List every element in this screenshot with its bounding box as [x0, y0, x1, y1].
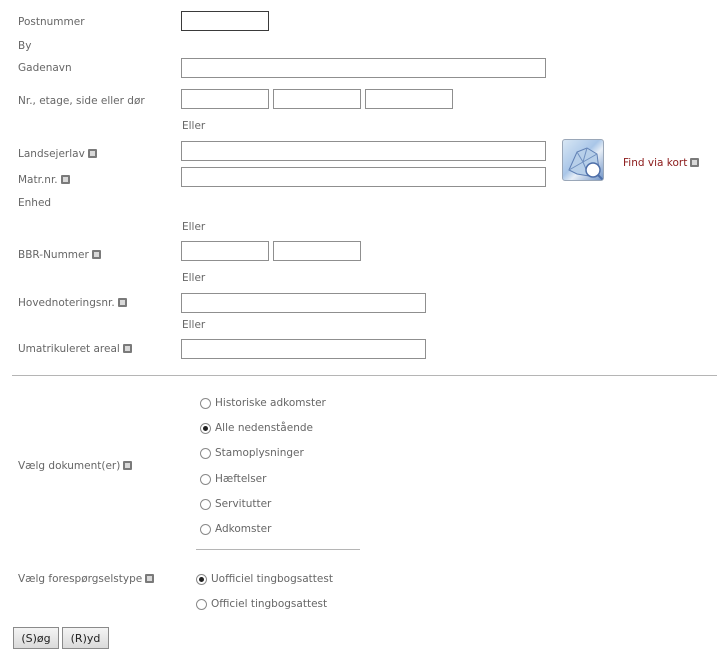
radio-stamoplysninger[interactable]: Stamoplysninger [200, 447, 304, 459]
etage-input[interactable] [273, 89, 361, 109]
label-landsejerlav: Landsejerlav [18, 147, 97, 161]
label-vaelg-dokument: Vælg dokument(er) [18, 459, 133, 473]
radio-button[interactable] [200, 473, 211, 485]
help-icon[interactable] [122, 344, 132, 353]
eller-label: Eller [182, 221, 206, 233]
label-bbr: BBR-Nummer [18, 248, 101, 262]
label-vaelg-forespoergselstype: Vælg forespørgselstype [18, 572, 155, 586]
radio-button[interactable] [200, 498, 211, 510]
help-icon[interactable] [60, 175, 70, 184]
matrnr-input[interactable] [181, 167, 546, 187]
help-icon[interactable] [690, 158, 700, 167]
radio-officiel-tingbogsattest[interactable]: Officiel tingbogsattest [196, 598, 327, 610]
radio-alle-nedenstaaende[interactable]: Alle nedenstående [200, 422, 313, 434]
help-icon[interactable] [87, 149, 97, 158]
label-matrnr: Matr.nr. [18, 173, 70, 187]
radio-button[interactable] [200, 523, 211, 535]
help-icon[interactable] [145, 574, 155, 583]
help-icon[interactable] [123, 461, 133, 470]
radio-adkomster[interactable]: Adkomster [200, 523, 271, 535]
eller-label: Eller [182, 272, 206, 284]
divider [196, 549, 360, 550]
gadenavn-input[interactable] [181, 58, 546, 78]
radio-servitutter[interactable]: Servitutter [200, 498, 271, 510]
postnummer-input[interactable] [181, 11, 269, 31]
radio-button[interactable] [200, 422, 211, 434]
eller-label: Eller [182, 120, 206, 132]
side-doer-input[interactable] [365, 89, 453, 109]
radio-button[interactable] [196, 573, 207, 585]
label-nr-etage: Nr., etage, side eller dør [18, 95, 145, 107]
radio-button[interactable] [200, 397, 211, 409]
map-icon[interactable] [562, 139, 604, 181]
radio-haeftelser[interactable]: Hæftelser [200, 473, 266, 485]
divider [12, 375, 717, 376]
umatrikuleret-input[interactable] [181, 339, 426, 359]
label-hovednotering: Hovednoteringsnr. [18, 296, 127, 310]
nr-input[interactable] [181, 89, 269, 109]
bbr-input-2[interactable] [273, 241, 361, 261]
radio-uofficiel-tingbogsattest[interactable]: Uofficiel tingbogsattest [196, 573, 333, 585]
label-umatrikuleret: Umatrikuleret areal [18, 342, 132, 356]
radio-historiske-adkomster[interactable]: Historiske adkomster [200, 397, 326, 409]
label-postnummer: Postnummer [18, 16, 85, 28]
hovednotering-input[interactable] [181, 293, 426, 313]
search-button[interactable]: (S)øg [13, 627, 59, 649]
landsejerlav-input[interactable] [181, 141, 546, 161]
eller-label: Eller [182, 319, 206, 331]
radio-button[interactable] [200, 447, 211, 459]
radio-button[interactable] [196, 598, 207, 610]
clear-button[interactable]: (R)yd [62, 627, 109, 649]
help-icon[interactable] [117, 298, 127, 307]
label-gadenavn: Gadenavn [18, 62, 72, 74]
find-via-kort-link[interactable]: Find via kort [623, 156, 700, 170]
help-icon[interactable] [91, 250, 101, 259]
bbr-input-1[interactable] [181, 241, 269, 261]
label-enhed: Enhed [18, 197, 52, 209]
label-by: By [18, 40, 32, 52]
